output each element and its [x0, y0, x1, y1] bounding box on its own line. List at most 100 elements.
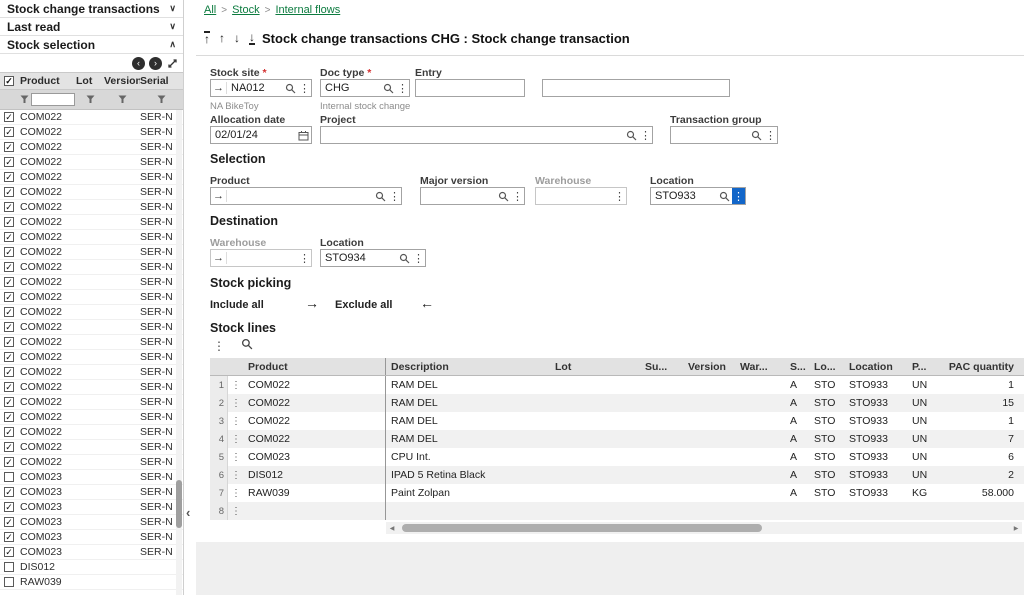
doc-type-value[interactable]: CHG [321, 82, 381, 94]
selection-row[interactable]: COM023 SER-N [0, 530, 183, 545]
previous-record-icon[interactable]: ↑ [219, 32, 225, 44]
panel-last-read[interactable]: Last read ∨ [0, 18, 183, 36]
grid-header-lot[interactable]: Lot [551, 361, 641, 373]
stock-line-row[interactable]: 1 ⋮ COM022 RAM DEL A STO STO933 UN 1 [210, 376, 1024, 394]
row-handle-icon[interactable]: ⋮ [228, 398, 244, 409]
row-checkbox[interactable] [4, 532, 14, 542]
stock-line-row[interactable]: 6 ⋮ DIS012 IPAD 5 Retina Black A STO STO… [210, 466, 1024, 484]
row-checkbox[interactable] [4, 307, 14, 317]
grid-header-warehouse[interactable]: War... [736, 361, 786, 373]
selection-row[interactable]: COM023 SER-N [0, 545, 183, 560]
expand-panel-button[interactable] [166, 57, 179, 70]
search-icon[interactable] [624, 130, 639, 141]
product-filter-input[interactable] [31, 93, 75, 106]
first-record-icon[interactable]: ↑ [204, 31, 210, 45]
row-checkbox[interactable] [4, 187, 14, 197]
row-checkbox[interactable] [4, 157, 14, 167]
selection-row[interactable]: COM022 SER-N [0, 410, 183, 425]
column-header-lot[interactable]: Lot [76, 75, 104, 87]
search-icon[interactable] [381, 83, 396, 94]
calendar-icon[interactable] [295, 130, 311, 141]
selection-row[interactable]: COM022 SER-N [0, 275, 183, 290]
filter-icon[interactable] [76, 95, 104, 104]
selection-row[interactable]: COM022 SER-N [0, 395, 183, 410]
search-icon[interactable] [749, 130, 764, 141]
selection-row[interactable]: COM022 SER-N [0, 380, 183, 395]
destination-location-value[interactable]: STO934 [321, 252, 397, 264]
selection-row[interactable]: COM022 SER-N [0, 260, 183, 275]
field-options-icon[interactable]: ⋮ [298, 80, 311, 96]
select-all-checkbox[interactable] [4, 76, 14, 86]
selection-row[interactable]: RAW039 [0, 575, 183, 590]
grid-menu-icon[interactable]: ⋮ [213, 339, 225, 353]
search-icon[interactable] [283, 83, 298, 94]
column-header-product[interactable]: Product [18, 75, 76, 87]
allocation-date-field[interactable]: 02/01/24 [210, 126, 312, 144]
selection-row[interactable]: COM023 SER-N [0, 470, 183, 485]
row-checkbox[interactable] [4, 112, 14, 122]
next-record-icon[interactable]: ↓ [234, 32, 240, 44]
stock-line-row[interactable]: 7 ⋮ RAW039 Paint Zolpan A STO STO933 KG … [210, 484, 1024, 502]
include-all-button[interactable]: Include all [210, 299, 264, 311]
panel-stock-selection[interactable]: Stock selection ∧ [0, 36, 183, 54]
row-checkbox[interactable] [4, 217, 14, 227]
doc-type-field[interactable]: CHG ⋮ [320, 79, 410, 97]
selection-row[interactable]: COM022 SER-N [0, 200, 183, 215]
selection-row[interactable]: COM022 SER-N [0, 365, 183, 380]
scroll-left-icon[interactable]: ◀ [386, 522, 398, 534]
selection-row[interactable]: COM022 SER-N [0, 110, 183, 125]
row-checkbox[interactable] [4, 427, 14, 437]
row-checkbox[interactable] [4, 337, 14, 347]
entry-description-field[interactable] [542, 79, 730, 97]
include-all-icon[interactable]: → [305, 295, 319, 311]
stock-site-field[interactable]: → NA012 ⋮ [210, 79, 312, 97]
next-page-button[interactable]: › [149, 57, 162, 70]
grid-header-status[interactable]: S... [786, 361, 812, 373]
row-checkbox[interactable] [4, 442, 14, 452]
selection-row[interactable]: COM022 SER-N [0, 245, 183, 260]
selection-row[interactable]: COM022 SER-N [0, 155, 183, 170]
previous-page-button[interactable]: ‹ [132, 57, 145, 70]
row-checkbox[interactable] [4, 127, 14, 137]
row-handle-icon[interactable]: ⋮ [228, 380, 244, 391]
row-checkbox[interactable] [4, 247, 14, 257]
grid-header-loc-type[interactable]: Lo... [812, 361, 845, 373]
panel-splitter[interactable]: ‹ [185, 0, 196, 595]
destination-warehouse-field[interactable]: → ⋮ [210, 249, 312, 267]
selection-row[interactable]: COM022 SER-N [0, 185, 183, 200]
row-checkbox[interactable] [4, 277, 14, 287]
row-checkbox[interactable] [4, 322, 14, 332]
grid-header-pac-quantity[interactable]: PAC quantity [942, 361, 1024, 373]
breadcrumb-all[interactable]: All [204, 4, 216, 16]
row-checkbox[interactable] [4, 457, 14, 467]
breadcrumb-stock[interactable]: Stock [232, 4, 260, 16]
collapse-panel-icon[interactable]: ‹ [186, 505, 190, 520]
selection-row[interactable]: COM023 SER-N [0, 485, 183, 500]
stock-line-row[interactable]: 4 ⋮ COM022 RAM DEL A STO STO933 UN 7 [210, 430, 1024, 448]
stock-line-row[interactable]: 5 ⋮ COM023 CPU Int. A STO STO933 UN 6 [210, 448, 1024, 466]
row-checkbox[interactable] [4, 487, 14, 497]
grid-search-icon[interactable] [241, 338, 253, 353]
selection-row[interactable]: COM022 SER-N [0, 170, 183, 185]
row-handle-icon[interactable]: ⋮ [228, 452, 244, 463]
selection-row[interactable]: COM022 SER-N [0, 440, 183, 455]
filter-icon[interactable] [104, 95, 140, 104]
grid-header-location[interactable]: Location [845, 361, 908, 373]
selection-product-field[interactable]: → ⋮ [210, 187, 402, 205]
row-checkbox[interactable] [4, 397, 14, 407]
selection-row[interactable]: COM023 SER-N [0, 515, 183, 530]
selection-warehouse-field[interactable]: ⋮ [535, 187, 627, 205]
jump-icon[interactable]: → [211, 252, 227, 264]
selection-row[interactable]: COM022 SER-N [0, 290, 183, 305]
row-checkbox[interactable] [4, 352, 14, 362]
row-checkbox[interactable] [4, 472, 14, 482]
search-icon[interactable] [717, 191, 732, 202]
jump-icon[interactable]: → [211, 82, 227, 94]
row-checkbox[interactable] [4, 292, 14, 302]
stock-line-row[interactable]: 8 ⋮ [210, 502, 1024, 520]
filter-icon[interactable] [140, 95, 183, 104]
selection-row[interactable]: COM022 SER-N [0, 215, 183, 230]
row-handle-icon[interactable]: ⋮ [228, 434, 244, 445]
selection-row[interactable]: COM022 SER-N [0, 350, 183, 365]
row-checkbox[interactable] [4, 382, 14, 392]
